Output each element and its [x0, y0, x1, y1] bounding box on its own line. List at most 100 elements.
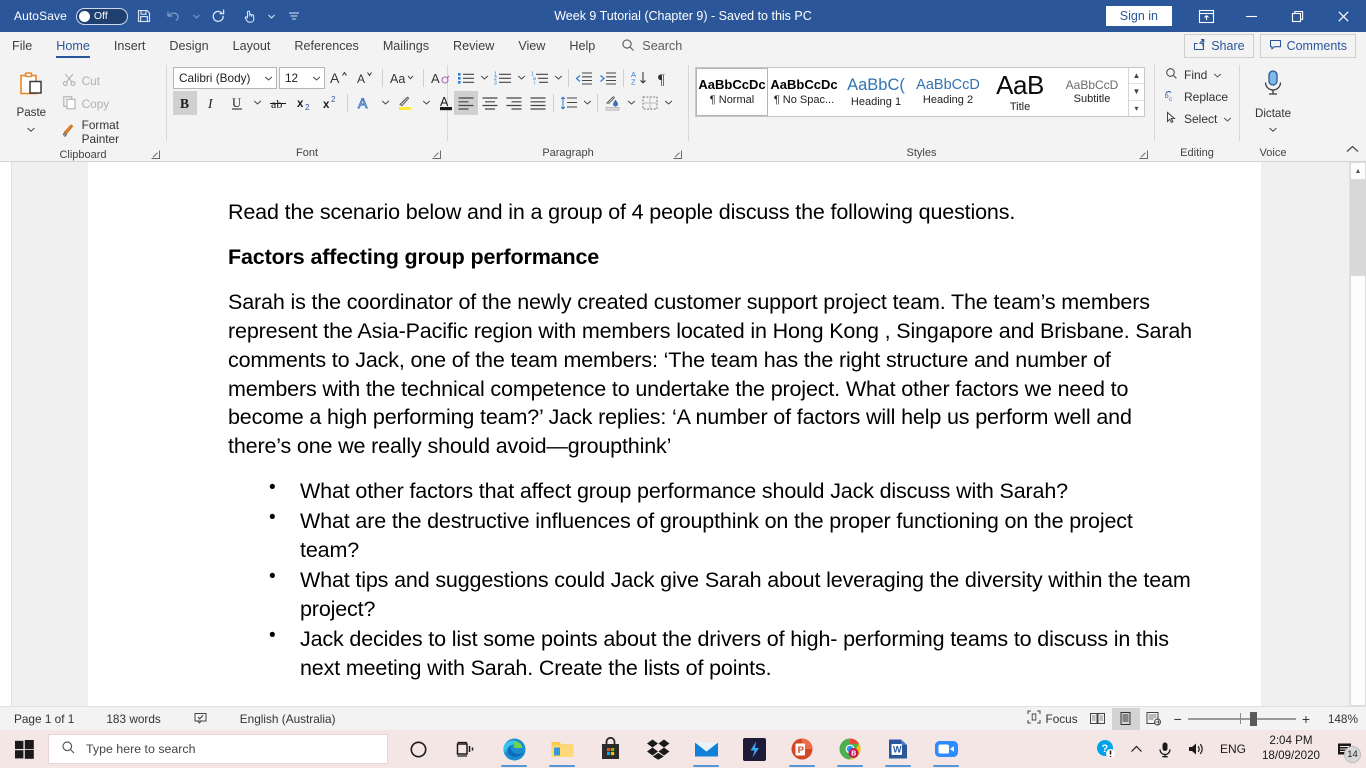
tab-design[interactable]: Design — [157, 32, 220, 60]
sign-in-button[interactable]: Sign in — [1105, 6, 1172, 26]
document-page[interactable]: Read the scenario below and in a group o… — [88, 162, 1261, 706]
tab-home[interactable]: Home — [44, 32, 102, 60]
microsoft-store-icon[interactable] — [586, 730, 634, 768]
styles-more-icon[interactable]: ▾ — [1129, 101, 1144, 116]
touch-mode-dropdown-icon[interactable] — [265, 3, 278, 29]
tab-references[interactable]: References — [282, 32, 370, 60]
shading-button[interactable] — [601, 91, 625, 115]
borders-button[interactable] — [638, 91, 662, 115]
ribbon-display-options-icon[interactable] — [1184, 0, 1228, 32]
undo-icon[interactable] — [160, 3, 188, 29]
file-explorer-icon[interactable] — [538, 730, 586, 768]
close-icon[interactable] — [1320, 0, 1366, 32]
multilevel-dropdown-icon[interactable] — [552, 66, 565, 90]
tab-insert[interactable]: Insert — [102, 32, 158, 60]
decrease-indent-button[interactable] — [572, 66, 596, 90]
bold-button[interactable]: B — [173, 90, 197, 115]
paragraph-dialog-launcher[interactable] — [672, 147, 683, 159]
bullets-dropdown-icon[interactable] — [478, 66, 491, 90]
style-item-no-spacing[interactable]: AaBbCcDc ¶ No Spac... — [768, 68, 840, 116]
restore-icon[interactable] — [1274, 0, 1320, 32]
styles-dialog-launcher[interactable] — [1138, 147, 1149, 159]
document-scroll-region[interactable]: Read the scenario below and in a group o… — [12, 162, 1349, 706]
style-item-heading-2[interactable]: AaBbCcD Heading 2 — [912, 68, 984, 116]
underline-button[interactable]: U — [225, 91, 249, 115]
microsoft-edge-icon[interactable] — [490, 730, 538, 768]
bullets-button[interactable] — [454, 66, 478, 90]
borders-dropdown-icon[interactable] — [662, 91, 675, 115]
tab-file[interactable]: File — [0, 32, 44, 60]
copy-button[interactable]: Copy — [58, 93, 161, 115]
cut-button[interactable]: Cut — [58, 70, 161, 92]
font-dialog-launcher[interactable] — [431, 147, 442, 159]
align-right-button[interactable] — [502, 91, 526, 115]
select-dropdown-icon[interactable] — [1223, 112, 1232, 126]
scroll-track-upper[interactable] — [1350, 180, 1366, 275]
web-layout-view-button[interactable] — [1140, 708, 1168, 730]
dictate-dropdown-icon[interactable] — [1268, 120, 1278, 138]
task-view-icon[interactable] — [442, 730, 490, 768]
align-left-button[interactable] — [454, 90, 478, 115]
share-button[interactable]: Share — [1184, 34, 1254, 58]
zoom-thumb[interactable] — [1249, 711, 1257, 726]
increase-font-size-button[interactable]: A — [327, 66, 351, 90]
minimize-icon[interactable] — [1228, 0, 1274, 32]
subscript-button[interactable]: x2 — [292, 91, 316, 115]
language[interactable]: English (Australia) — [234, 708, 342, 730]
text-effects-button[interactable]: A — [353, 91, 377, 115]
justify-button[interactable] — [526, 91, 550, 115]
numbering-dropdown-icon[interactable] — [515, 66, 528, 90]
redo-icon[interactable] — [205, 3, 233, 29]
collapse-ribbon-icon[interactable] — [1344, 141, 1360, 157]
increase-indent-button[interactable] — [596, 66, 620, 90]
paste-button[interactable]: Paste — [5, 65, 58, 138]
zoom-in-button[interactable]: + — [1302, 711, 1310, 727]
zoom-level[interactable]: 148% — [1316, 712, 1358, 726]
dropbox-icon[interactable] — [634, 730, 682, 768]
tab-view[interactable]: View — [506, 32, 557, 60]
cortana-icon[interactable] — [394, 730, 442, 768]
clipboard-dialog-launcher[interactable] — [150, 147, 161, 159]
language-indicator[interactable]: ENG — [1212, 742, 1254, 756]
volume-icon[interactable] — [1180, 730, 1212, 768]
select-button[interactable]: Select — [1161, 109, 1236, 129]
decrease-font-size-button[interactable]: A — [353, 66, 377, 90]
read-mode-view-button[interactable] — [1084, 708, 1112, 730]
style-item-title[interactable]: AaB Title — [984, 68, 1056, 116]
style-item-heading-1[interactable]: AaBbC( Heading 1 — [840, 68, 912, 116]
dictate-button[interactable]: Dictate — [1245, 65, 1301, 138]
replace-button[interactable]: bc Replace — [1161, 87, 1232, 107]
powerpoint-icon[interactable]: P — [778, 730, 826, 768]
multilevel-list-button[interactable]: 1ai — [528, 66, 552, 90]
scroll-thumb[interactable] — [1350, 275, 1366, 706]
numbering-button[interactable]: 123 — [491, 66, 515, 90]
zoom-icon[interactable] — [922, 730, 970, 768]
autosave-toggle[interactable]: Off — [75, 7, 128, 25]
superscript-button[interactable]: x2 — [318, 91, 342, 115]
line-spacing-button[interactable] — [557, 91, 581, 115]
shading-dropdown-icon[interactable] — [625, 91, 638, 115]
underline-dropdown-icon[interactable] — [251, 91, 264, 115]
align-center-button[interactable] — [478, 91, 502, 115]
lightning-app-icon[interactable] — [730, 730, 778, 768]
word-count[interactable]: 183 words — [100, 708, 166, 730]
tab-help[interactable]: Help — [557, 32, 607, 60]
print-layout-view-button[interactable] — [1111, 707, 1140, 730]
strikethrough-button[interactable]: ab — [266, 91, 290, 115]
find-button[interactable]: Find — [1161, 65, 1226, 85]
style-item-normal[interactable]: AaBbCcDc ¶ Normal — [696, 68, 768, 116]
styles-scroll-up-icon[interactable]: ▲ — [1129, 68, 1144, 85]
line-spacing-dropdown-icon[interactable] — [581, 91, 594, 115]
word-icon[interactable]: W — [874, 730, 922, 768]
undo-dropdown-icon[interactable] — [190, 3, 203, 29]
font-name-select[interactable]: Calibri (Body) — [173, 66, 277, 89]
tab-mailings[interactable]: Mailings — [371, 32, 441, 60]
search-input[interactable]: Search — [621, 32, 682, 60]
format-painter-button[interactable]: Format Painter — [58, 116, 161, 148]
touch-mode-icon[interactable] — [235, 3, 263, 29]
chrome-icon[interactable]: B — [826, 730, 874, 768]
focus-button[interactable]: Focus — [1021, 708, 1084, 730]
text-effects-dropdown-icon[interactable] — [379, 91, 392, 115]
zoom-track[interactable] — [1187, 711, 1296, 726]
show-hidden-icons-icon[interactable] — [1123, 730, 1150, 768]
